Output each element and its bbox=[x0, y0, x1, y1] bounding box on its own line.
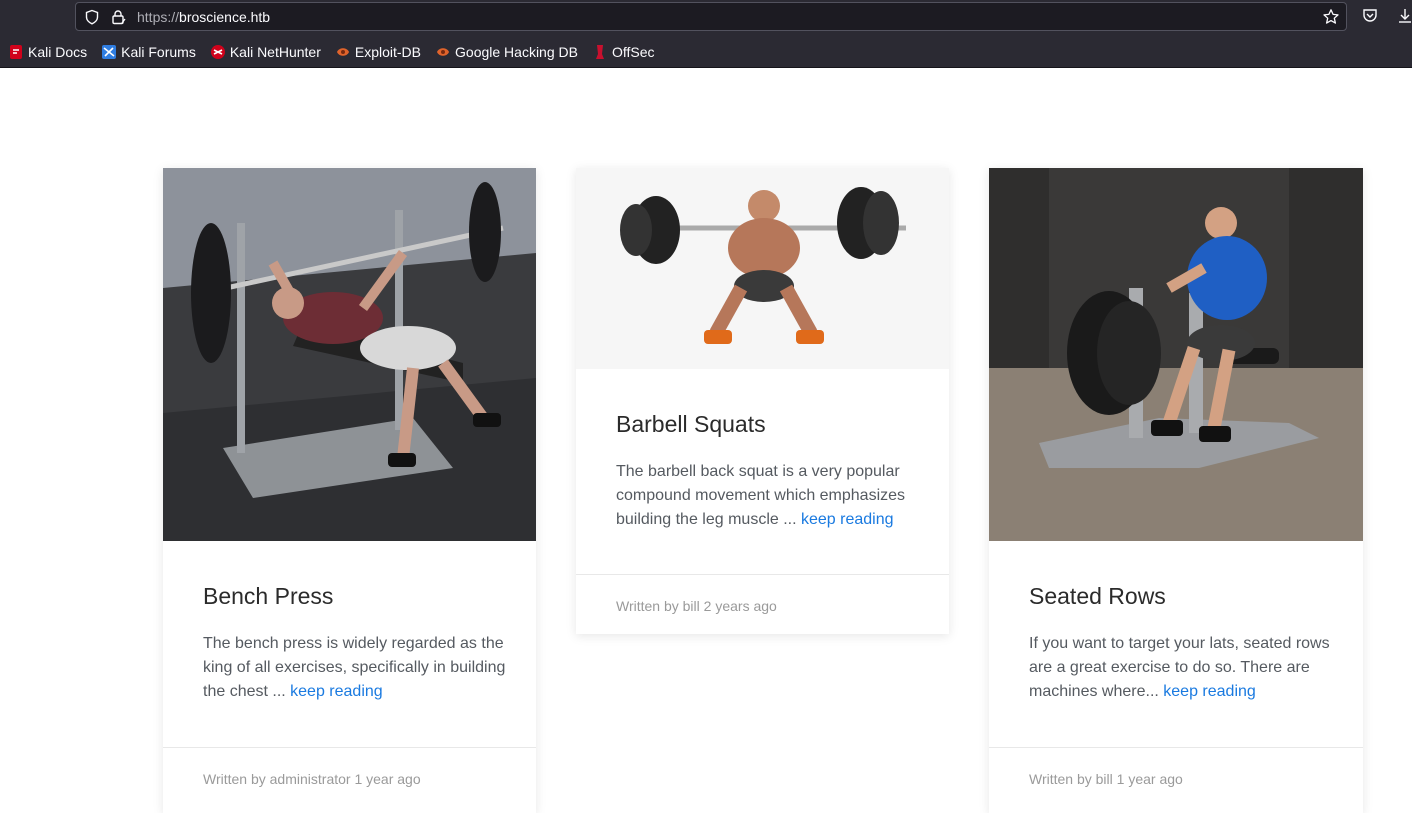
exploit-db-icon bbox=[336, 48, 349, 56]
barbell-squat-photo[interactable] bbox=[576, 168, 949, 369]
shield-icon[interactable] bbox=[84, 9, 100, 25]
url-host: broscience.htb bbox=[179, 9, 271, 25]
bookmark-kali-docs[interactable]: Kali Docs bbox=[0, 40, 93, 64]
post-title[interactable]: Seated Rows bbox=[1029, 582, 1333, 610]
offsec-icon bbox=[595, 45, 604, 59]
browser-chrome: https://broscience.htb Kali Docs Kali Fo… bbox=[0, 0, 1412, 68]
kali-docs-icon bbox=[10, 45, 22, 59]
kali-forums-icon bbox=[102, 45, 117, 59]
post-title[interactable]: Barbell Squats bbox=[616, 410, 919, 438]
post-body: Bench Press The bench press is widely re… bbox=[203, 582, 506, 704]
bookmark-kali-forums[interactable]: Kali Forums bbox=[93, 40, 202, 64]
keep-reading-link[interactable]: keep reading bbox=[1163, 683, 1256, 700]
bookmark-label: Kali NetHunter bbox=[229, 44, 321, 60]
bench-press-photo[interactable] bbox=[163, 168, 536, 541]
post-body: Seated Rows If you want to target your l… bbox=[1029, 582, 1333, 704]
post-body: Barbell Squats The barbell back squat is… bbox=[616, 410, 919, 532]
url-protocol: https:// bbox=[137, 9, 180, 25]
bookmark-label: Exploit-DB bbox=[354, 44, 422, 60]
keep-reading-link[interactable]: keep reading bbox=[801, 511, 894, 528]
post-card-seated-rows: Seated Rows If you want to target your l… bbox=[989, 168, 1363, 813]
bookmark-offsec[interactable]: OffSec bbox=[584, 40, 661, 64]
bookmark-label: Google Hacking DB bbox=[455, 44, 578, 60]
post-meta: Written by administrator 1 year ago bbox=[203, 771, 421, 787]
post-meta: Written by bill 1 year ago bbox=[1029, 771, 1183, 787]
bookmarks-toolbar: Kali Docs Kali Forums Kali NetHunter Exp… bbox=[0, 40, 661, 64]
post-excerpt: The barbell back squat is a very popular… bbox=[616, 460, 919, 532]
post-title[interactable]: Bench Press bbox=[203, 582, 506, 610]
pocket-icon[interactable] bbox=[1361, 7, 1379, 25]
ghdb-icon bbox=[437, 48, 450, 56]
seated-rows-photo[interactable] bbox=[989, 168, 1363, 541]
bookmark-label: Kali Forums bbox=[121, 44, 196, 60]
post-footer: Written by administrator 1 year ago bbox=[163, 747, 536, 813]
post-card-barbell-squats: Barbell Squats The barbell back squat is… bbox=[576, 168, 949, 634]
bookmark-label: Kali Docs bbox=[28, 44, 88, 60]
url-text[interactable]: https://broscience.htb bbox=[137, 9, 270, 25]
download-icon[interactable] bbox=[1396, 7, 1412, 25]
bookmark-google-hacking-db[interactable]: Google Hacking DB bbox=[427, 40, 584, 64]
post-footer: Written by bill 1 year ago bbox=[989, 747, 1363, 813]
post-excerpt: The bench press is widely regarded as th… bbox=[203, 632, 506, 704]
post-meta: Written by bill 2 years ago bbox=[616, 598, 777, 614]
post-card-bench-press: Bench Press The bench press is widely re… bbox=[163, 168, 536, 813]
address-bar[interactable]: https://broscience.htb bbox=[75, 2, 1347, 31]
lock-icon[interactable] bbox=[110, 9, 126, 25]
bookmark-kali-nethunter[interactable]: Kali NetHunter bbox=[202, 40, 327, 64]
post-footer: Written by bill 2 years ago bbox=[576, 574, 949, 634]
keep-reading-link[interactable]: keep reading bbox=[290, 683, 383, 700]
kali-nethunter-icon bbox=[210, 45, 225, 59]
star-bookmark-icon[interactable] bbox=[1322, 8, 1340, 26]
bookmark-label: OffSec bbox=[611, 44, 655, 60]
post-excerpt: If you want to target your lats, seated … bbox=[1029, 632, 1333, 704]
bookmark-exploit-db[interactable]: Exploit-DB bbox=[327, 40, 427, 64]
